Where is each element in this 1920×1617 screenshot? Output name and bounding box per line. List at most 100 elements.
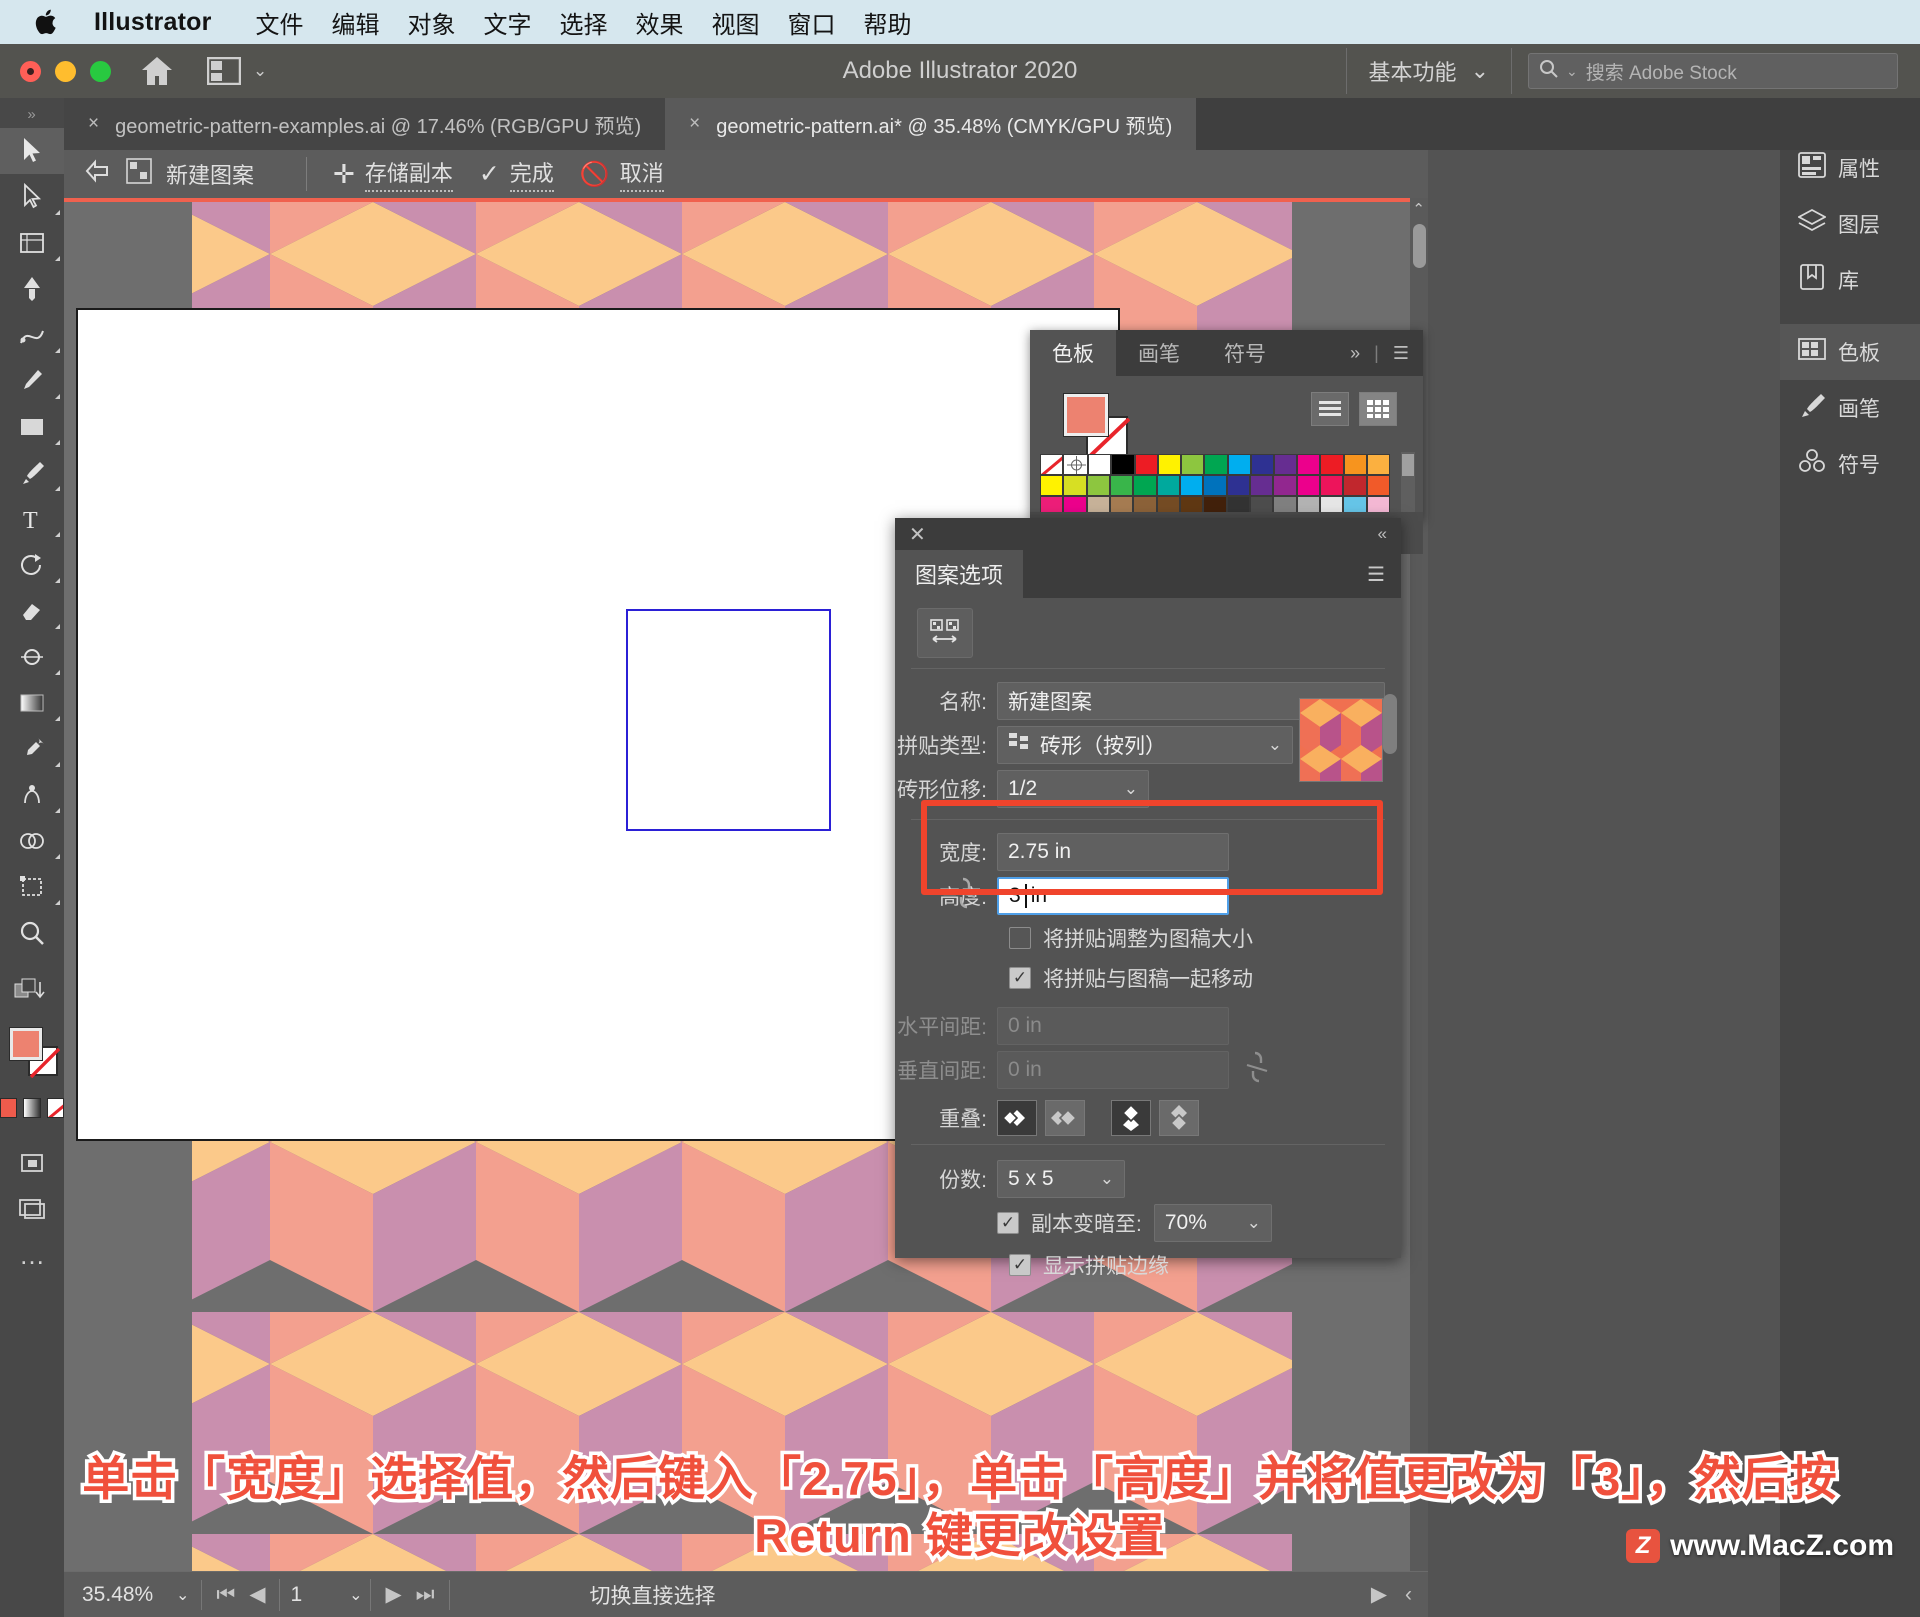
search-input[interactable]: ⌄ 搜索 Adobe Stock <box>1528 53 1898 89</box>
none-button[interactable] <box>46 1098 64 1118</box>
mac-app-name[interactable]: Illustrator <box>94 8 212 37</box>
tab-symbols[interactable]: 符号 <box>1202 330 1288 376</box>
tab-geometric-pattern-examples[interactable]: × geometric-pattern-examples.ai @ 17.46%… <box>64 98 666 150</box>
close-icon[interactable]: × <box>689 113 700 135</box>
dock-item-layers[interactable]: 图层 <box>1780 196 1920 252</box>
swatch-cell[interactable] <box>1086 475 1110 496</box>
pencil-tool[interactable] <box>0 358 64 404</box>
pen-tool-anchor-icon[interactable] <box>0 266 64 312</box>
fill-swatch[interactable] <box>9 1027 43 1061</box>
done-button[interactable]: ✓ 完成 <box>479 156 580 192</box>
swatch-cell[interactable] <box>1111 454 1135 475</box>
apple-logo-icon[interactable] <box>34 7 60 37</box>
eraser-tool[interactable] <box>0 588 64 634</box>
shape-builder-tool[interactable] <box>0 818 64 864</box>
dock-item-symbols[interactable]: 符号 <box>1780 436 1920 492</box>
screen-mode-icon[interactable] <box>0 1186 64 1232</box>
height-input[interactable]: 3 in <box>997 877 1229 915</box>
swatch-cell[interactable] <box>1088 454 1112 475</box>
close-window-button[interactable] <box>20 60 41 82</box>
puppet-warp-tool[interactable] <box>0 772 64 818</box>
scrollbar-thumb[interactable] <box>1413 224 1426 268</box>
link-broken-icon[interactable] <box>951 873 979 919</box>
pattern-options-scrollbar[interactable] <box>1383 694 1397 754</box>
tab-geometric-pattern[interactable]: × geometric-pattern.ai* @ 35.48% (CMYK/G… <box>665 98 1197 150</box>
fill-swatch[interactable] <box>1063 393 1109 437</box>
swatch-cell[interactable] <box>1366 475 1390 496</box>
tab-pattern-options[interactable]: 图案选项 <box>895 550 1024 598</box>
swatch-cell[interactable] <box>1181 454 1205 475</box>
collapse-icon[interactable]: « <box>1378 524 1387 544</box>
swatch-cell[interactable] <box>1204 454 1228 475</box>
more-tools-icon[interactable]: … <box>0 1232 64 1278</box>
swatch-cell[interactable] <box>1227 454 1251 475</box>
width-tool[interactable] <box>0 634 64 680</box>
paintbrush-tool[interactable] <box>0 450 64 496</box>
tile-type-select[interactable]: 砖形（按列） ⌄ <box>997 726 1293 764</box>
menu-select[interactable]: 选择 <box>546 5 622 40</box>
swatch-cell[interactable] <box>1343 454 1367 475</box>
swatch-cell[interactable] <box>1250 454 1274 475</box>
menu-file[interactable]: 文件 <box>242 5 318 40</box>
scrollbar-thumb[interactable] <box>1402 454 1414 476</box>
menu-edit[interactable]: 编辑 <box>318 5 394 40</box>
curvature-tool[interactable] <box>0 312 64 358</box>
size-tile-to-art-checkbox[interactable]: ✓ 将拼贴调整为图稿大小 <box>895 918 1401 958</box>
swatch-cell[interactable] <box>1343 475 1367 496</box>
menu-effect[interactable]: 效果 <box>622 5 698 40</box>
width-input[interactable]: 2.75 in <box>997 833 1229 871</box>
maximize-window-button[interactable] <box>90 60 111 82</box>
overlap-bottom-in-front-icon[interactable] <box>1159 1100 1199 1136</box>
workspace-switcher[interactable]: 基本功能 ⌄ <box>1347 55 1511 87</box>
menu-view[interactable]: 视图 <box>698 5 774 40</box>
last-page-icon[interactable]: ⏭ <box>416 1583 435 1607</box>
swatch-cell[interactable] <box>1319 475 1344 496</box>
swatch-cell[interactable] <box>1157 454 1182 475</box>
close-icon[interactable]: × <box>88 113 99 135</box>
swatch-cell[interactable] <box>1179 475 1204 496</box>
v-spacing-input[interactable]: 0 in <box>997 1051 1229 1089</box>
home-icon[interactable] <box>137 51 177 91</box>
save-copy-button[interactable]: ✛ 存储副本 <box>333 156 479 192</box>
panel-menu-icon[interactable]: ☰ <box>1351 550 1401 598</box>
h-spacing-input[interactable]: 0 in <box>997 1007 1229 1045</box>
checkbox-checked-icon[interactable]: ✓ <box>997 1212 1019 1234</box>
brick-offset-select[interactable]: 1/2 ⌄ <box>997 770 1149 808</box>
gradient-tool[interactable] <box>0 680 64 726</box>
swatches-fill-stroke[interactable] <box>1063 393 1130 458</box>
zoom-control[interactable]: 35.48% ⌄ <box>64 1583 201 1607</box>
swatch-cell[interactable] <box>1297 454 1321 475</box>
chevron-down-icon[interactable]: ⌄ <box>176 1585 189 1605</box>
swatch-cell[interactable] <box>1226 475 1250 496</box>
drawing-mode-icon[interactable] <box>0 1140 64 1186</box>
fill-stroke-swatches[interactable] <box>0 1020 64 1094</box>
next-page-icon[interactable]: ▶ <box>385 1582 401 1607</box>
pattern-name-display[interactable]: 新建图案 <box>126 158 280 190</box>
gradient-button[interactable] <box>23 1098 41 1118</box>
eyedropper-tool[interactable] <box>0 726 64 772</box>
arrange-chevron-down-icon[interactable]: ⌄ <box>253 61 267 81</box>
swatch-cell[interactable] <box>1320 454 1344 475</box>
swatch-registration[interactable] <box>1063 454 1089 475</box>
chevron-down-icon[interactable]: ⌄ <box>349 1585 370 1605</box>
swatch-cell[interactable] <box>1063 475 1087 496</box>
swatch-cell[interactable] <box>1273 475 1297 496</box>
minimize-window-button[interactable] <box>55 60 76 82</box>
play-icon[interactable]: ▶ <box>1371 1582 1387 1607</box>
swatch-cell[interactable] <box>1156 475 1180 496</box>
overlap-left-in-front-icon[interactable] <box>997 1100 1037 1136</box>
menu-window[interactable]: 窗口 <box>774 5 850 40</box>
tab-swatches[interactable]: 色板 <box>1030 330 1116 376</box>
cancel-button[interactable]: 🚫 取消 <box>580 156 690 192</box>
dock-item-swatches[interactable]: 色板 <box>1780 324 1920 380</box>
type-tool[interactable]: T <box>0 496 64 542</box>
dock-item-brushes[interactable]: 画笔 <box>1780 380 1920 436</box>
close-icon[interactable]: ✕ <box>909 522 926 547</box>
scroll-up-icon[interactable]: ⌃ <box>1412 200 1425 218</box>
menu-help[interactable]: 帮助 <box>850 5 926 40</box>
zoom-tool[interactable] <box>0 910 64 956</box>
swatch-cell[interactable] <box>1109 475 1134 496</box>
swatch-cell[interactable] <box>1203 475 1227 496</box>
tab-brushes[interactable]: 画笔 <box>1116 330 1202 376</box>
arrange-documents-icon[interactable] <box>207 56 241 86</box>
